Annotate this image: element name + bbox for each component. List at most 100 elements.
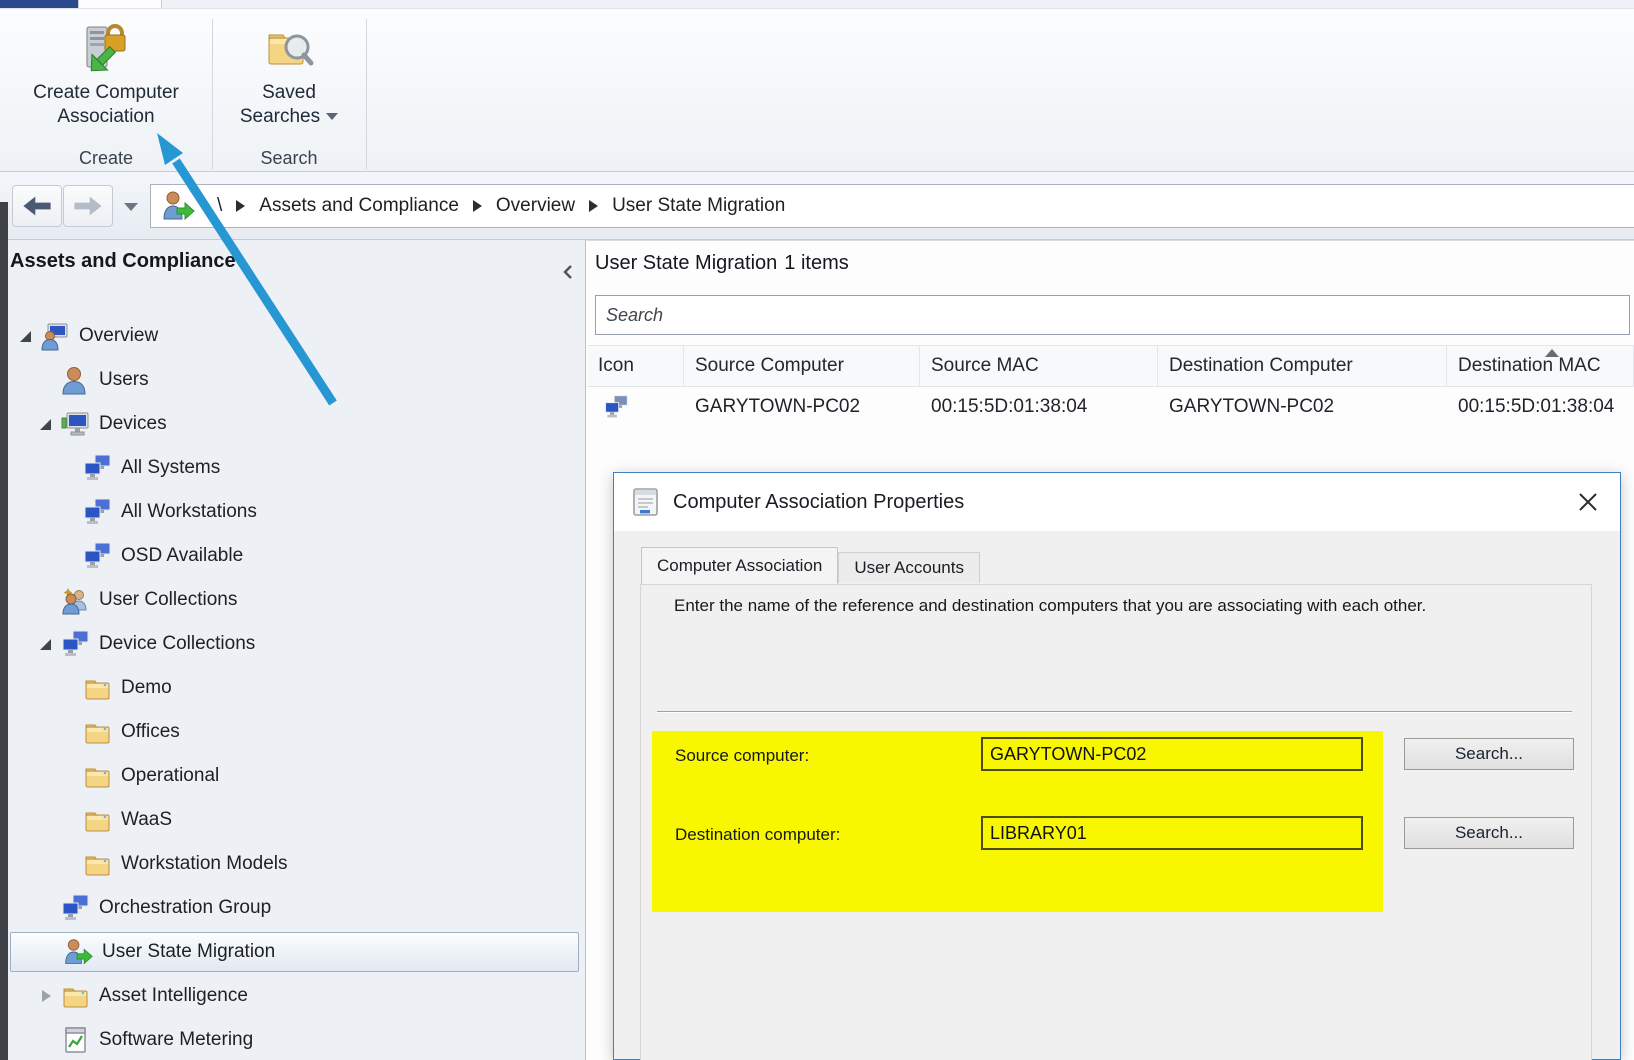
expander-slot <box>60 725 82 739</box>
expander-icon[interactable] <box>38 637 60 651</box>
sidebar-item-software-metering[interactable]: Software Metering <box>8 1018 585 1060</box>
close-icon <box>1577 491 1599 513</box>
software-metering-icon <box>60 1025 90 1055</box>
device-icon <box>60 409 90 439</box>
forward-button[interactable] <box>63 185 113 227</box>
column-header-source-mac[interactable]: Source MAC <box>920 346 1158 386</box>
source-search-button[interactable]: Search... <box>1404 738 1574 770</box>
expander-slot <box>60 681 82 695</box>
sidebar-item-orchestration-group[interactable]: Orchestration Group <box>8 886 585 930</box>
search-input[interactable] <box>595 295 1630 335</box>
sidebar-assets-and-compliance: Assets and Compliance Overview <box>8 240 586 1060</box>
breadcrumb-item-user-state-migration[interactable]: User State Migration <box>612 195 785 217</box>
history-dropdown-icon[interactable] <box>124 203 138 211</box>
expander-slot <box>60 813 82 827</box>
dropdown-arrow-icon <box>326 113 338 120</box>
navigation-tree: Overview Users Devices <box>8 314 585 1060</box>
cell-source-computer: GARYTOWN-PC02 <box>684 387 920 427</box>
device-collection-icon <box>82 541 112 571</box>
breadcrumb-item-overview[interactable]: Overview <box>496 195 575 217</box>
create-computer-association-label: Create Computer Association <box>8 81 204 129</box>
column-header-icon[interactable]: Icon <box>587 346 684 386</box>
destination-computer-input[interactable] <box>981 816 1363 850</box>
column-header-destination-mac[interactable]: Destination MAC <box>1447 346 1634 386</box>
sidebar-item-user-state-migration[interactable]: User State Migration <box>10 932 579 972</box>
ribbon: Create Computer Association Create Saved… <box>0 8 1634 172</box>
breadcrumb-item-assets-and-compliance[interactable]: Assets and Compliance <box>259 195 459 217</box>
breadcrumb: \ Assets and Compliance Overview User St… <box>150 184 1634 228</box>
user-collection-icon <box>60 585 90 615</box>
window-edge <box>0 202 8 1060</box>
sidebar-item-all-systems[interactable]: All Systems <box>8 446 585 490</box>
saved-searches-icon <box>261 21 317 77</box>
tab-user-accounts[interactable]: User Accounts <box>838 552 980 583</box>
sidebar-item-waas[interactable]: WaaS <box>8 798 585 842</box>
sidebar-item-device-collections[interactable]: Device Collections <box>8 622 585 666</box>
back-button[interactable] <box>12 185 62 227</box>
expander-icon[interactable] <box>38 417 60 431</box>
properties-dialog-icon <box>632 487 659 517</box>
expander-icon[interactable] <box>18 329 40 343</box>
folder-icon <box>82 805 112 835</box>
source-computer-input[interactable] <box>981 737 1363 771</box>
ribbon-group-label-search: Search <box>213 148 365 169</box>
expander-slot <box>38 593 60 607</box>
folder-icon <box>82 761 112 791</box>
computer-association-row-icon <box>603 394 629 420</box>
sidebar-item-operational[interactable]: Operational <box>8 754 585 798</box>
sidebar-item-devices[interactable]: Devices <box>8 402 585 446</box>
expander-slot <box>60 461 82 475</box>
sccm-console-window: Create Computer Association Create Saved… <box>0 0 1634 1060</box>
sidebar-item-demo[interactable]: Demo <box>8 666 585 710</box>
device-collection-icon <box>60 893 90 923</box>
sidebar-item-user-collections[interactable]: User Collections <box>8 578 585 622</box>
expander-slot <box>60 505 82 519</box>
sidebar-item-asset-intelligence[interactable]: Asset Intelligence <box>8 974 585 1018</box>
tab-computer-association[interactable]: Computer Association <box>641 547 838 584</box>
expander-slot <box>38 901 60 915</box>
device-collection-icon <box>82 497 112 527</box>
ribbon-group-create: Create Computer Association Create <box>0 9 212 171</box>
sidebar-item-users[interactable]: Users <box>8 358 585 402</box>
expander-slot <box>60 549 82 563</box>
table-row[interactable]: GARYTOWN-PC02 00:15:5D:01:38:04 GARYTOWN… <box>587 387 1634 427</box>
ribbon-group-separator <box>366 19 367 169</box>
cell-destination-mac: 00:15:5D:01:38:04 <box>1447 387 1634 427</box>
sidebar-title: Assets and Compliance <box>10 250 236 273</box>
sidebar-item-all-workstations[interactable]: All Workstations <box>8 490 585 534</box>
expander-slot <box>38 373 60 387</box>
create-computer-association-icon <box>78 21 134 77</box>
collapse-pane-icon[interactable] <box>561 264 575 280</box>
user-icon <box>60 365 90 395</box>
expander-slot <box>41 945 63 959</box>
expander-icon[interactable] <box>38 989 60 1003</box>
user-migration-icon <box>63 937 93 967</box>
saved-searches-button[interactable]: Saved Searches <box>219 15 359 143</box>
folder-icon <box>82 717 112 747</box>
sidebar-item-workstation-models[interactable]: Workstation Models <box>8 842 585 886</box>
destination-computer-label: Destination computer: <box>675 825 840 845</box>
row-icon-cell <box>587 387 684 427</box>
dialog-separator <box>657 711 1572 713</box>
folder-icon <box>82 673 112 703</box>
column-header-source-computer[interactable]: Source Computer <box>684 346 920 386</box>
column-header-destination-computer[interactable]: Destination Computer <box>1158 346 1447 386</box>
navigation-bar: \ Assets and Compliance Overview User St… <box>0 172 1634 240</box>
sidebar-item-osd-available[interactable]: OSD Available <box>8 534 585 578</box>
forward-arrow-icon <box>71 193 105 219</box>
table-header: Icon Source Computer Source MAC Destinat… <box>587 345 1634 387</box>
breadcrumb-separator-icon <box>473 200 482 212</box>
sidebar-item-overview[interactable]: Overview <box>8 314 585 358</box>
destination-search-button[interactable]: Search... <box>1404 817 1574 849</box>
ribbon-tab-strip <box>0 0 1634 8</box>
create-computer-association-button[interactable]: Create Computer Association <box>6 15 206 143</box>
dialog-description: Enter the name of the reference and dest… <box>674 594 1464 619</box>
close-button[interactable] <box>1572 487 1604 517</box>
breadcrumb-separator-icon <box>236 200 245 212</box>
back-arrow-icon <box>20 193 54 219</box>
expander-slot <box>60 857 82 871</box>
folder-icon <box>82 849 112 879</box>
breadcrumb-root[interactable]: \ <box>217 195 222 217</box>
sidebar-item-offices[interactable]: Offices <box>8 710 585 754</box>
expander-slot <box>38 1033 60 1047</box>
